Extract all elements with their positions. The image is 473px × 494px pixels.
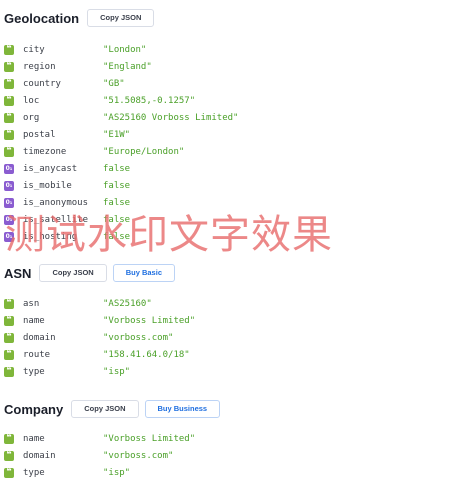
field-key: region <box>23 61 56 72</box>
field-key: timezone <box>23 146 67 157</box>
quote-icon: ❝ <box>4 349 14 360</box>
field-value: false <box>103 180 131 191</box>
field-row: 0₁ is_mobile false <box>4 177 238 194</box>
quote-icon: ❝ <box>4 78 14 89</box>
asn-fields: ❝ asn "AS25160" ❝ name "Vorboss Limited" ❝ doma… <box>4 295 195 380</box>
quote-icon: ❝ <box>4 61 14 72</box>
field-row: ❝ country "GB" <box>4 75 238 92</box>
company-title: Company <box>4 401 64 417</box>
quote-icon: ❝ <box>4 129 14 140</box>
asn-header: ASN Copy JSON Buy Basic <box>4 264 181 282</box>
field-key: is_satellite <box>23 214 89 225</box>
field-key: is_anycast <box>23 163 78 174</box>
field-key: org <box>23 112 40 123</box>
field-value: "isp" <box>103 366 131 377</box>
quote-icon: ❝ <box>4 112 14 123</box>
field-key: is_hosting <box>23 231 78 242</box>
quote-icon: ❝ <box>4 315 14 326</box>
field-value: "Vorboss Limited" <box>103 433 196 444</box>
field-row: 0₁ is_anonymous false <box>4 194 238 211</box>
field-key: loc <box>23 95 40 106</box>
field-row: ❝ asn "AS25160" <box>4 295 195 312</box>
field-key: type <box>23 366 45 377</box>
quote-icon: ❝ <box>4 332 14 343</box>
field-row: ❝ postal "E1W" <box>4 126 238 143</box>
field-value: false <box>103 197 131 208</box>
boolean-icon: 0₁ <box>4 214 14 225</box>
asn-title: ASN <box>4 265 32 281</box>
field-value: "London" <box>103 44 147 55</box>
company-header: Company Copy JSON Buy Business <box>4 400 226 418</box>
geolocation-header: Geolocation Copy JSON <box>4 9 160 27</box>
field-row: ❝ city "London" <box>4 41 238 58</box>
field-row: ❝ type "isp" <box>4 363 195 380</box>
field-key: asn <box>23 298 40 309</box>
field-value: "E1W" <box>103 129 131 140</box>
field-key: type <box>23 467 45 478</box>
company-copy-json-button[interactable]: Copy JSON <box>71 400 139 418</box>
field-value: "isp" <box>103 467 131 478</box>
field-key: postal <box>23 129 56 140</box>
field-key: domain <box>23 332 56 343</box>
quote-icon: ❝ <box>4 95 14 106</box>
field-row: ❝ name "Vorboss Limited" <box>4 430 195 447</box>
quote-icon: ❝ <box>4 146 14 157</box>
field-key: route <box>23 349 51 360</box>
quote-icon: ❝ <box>4 467 14 478</box>
field-row: 0₁ is_satellite false <box>4 211 238 228</box>
field-row: ❝ name "Vorboss Limited" <box>4 312 195 329</box>
buy-business-button[interactable]: Buy Business <box>144 400 221 418</box>
field-key: is_anonymous <box>23 197 89 208</box>
field-key: name <box>23 433 45 444</box>
field-value: "vorboss.com" <box>103 332 174 343</box>
field-key: is_mobile <box>23 180 72 191</box>
field-value: false <box>103 163 131 174</box>
buy-basic-button[interactable]: Buy Basic <box>112 264 175 282</box>
quote-icon: ❝ <box>4 450 14 461</box>
boolean-icon: 0₁ <box>4 180 14 191</box>
field-row: ❝ type "isp" <box>4 464 195 481</box>
geolocation-copy-json-button[interactable]: Copy JSON <box>87 9 155 27</box>
field-value: "England" <box>103 61 152 72</box>
boolean-icon: 0₁ <box>4 197 14 208</box>
company-fields: ❝ name "Vorboss Limited" ❝ domain "vorboss.co… <box>4 430 195 481</box>
field-value: "158.41.64.0/18" <box>103 349 190 360</box>
field-row: 0₁ is_anycast false <box>4 160 238 177</box>
field-row: ❝ timezone "Europe/London" <box>4 143 238 160</box>
field-value: "GB" <box>103 78 125 89</box>
field-row: 0₁ is_hosting false <box>4 228 238 245</box>
geolocation-title: Geolocation <box>4 10 80 26</box>
field-row: ❝ domain "vorboss.com" <box>4 329 195 346</box>
boolean-icon: 0₁ <box>4 163 14 174</box>
field-key: country <box>23 78 61 89</box>
quote-icon: ❝ <box>4 366 14 377</box>
field-row: ❝ route "158.41.64.0/18" <box>4 346 195 363</box>
quote-icon: ❝ <box>4 44 14 55</box>
field-value: "Europe/London" <box>103 146 185 157</box>
quote-icon: ❝ <box>4 433 14 444</box>
field-value: false <box>103 214 131 225</box>
field-value: "Vorboss Limited" <box>103 315 196 326</box>
field-row: ❝ domain "vorboss.com" <box>4 447 195 464</box>
field-value: "AS25160 Vorboss Limited" <box>103 112 239 123</box>
field-value: false <box>103 231 131 242</box>
field-row: ❝ region "England" <box>4 58 238 75</box>
asn-copy-json-button[interactable]: Copy JSON <box>39 264 107 282</box>
field-row: ❝ org "AS25160 Vorboss Limited" <box>4 109 238 126</box>
geolocation-fields: ❝ city "London" ❝ region "England" ❝ country "GB… <box>4 41 238 245</box>
field-key: domain <box>23 450 56 461</box>
quote-icon: ❝ <box>4 298 14 309</box>
boolean-icon: 0₁ <box>4 231 14 242</box>
field-key: city <box>23 44 45 55</box>
field-value: "AS25160" <box>103 298 152 309</box>
field-value: "vorboss.com" <box>103 450 174 461</box>
field-row: ❝ loc "51.5085,-0.1257" <box>4 92 238 109</box>
field-value: "51.5085,-0.1257" <box>103 95 196 106</box>
field-key: name <box>23 315 45 326</box>
